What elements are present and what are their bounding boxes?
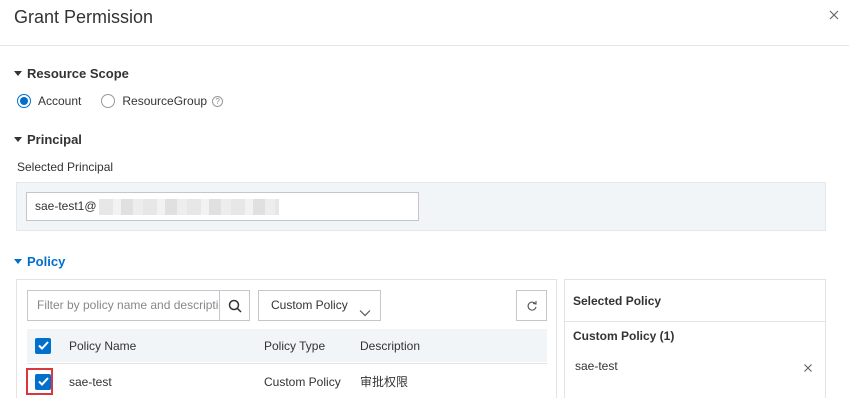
account-radio-label[interactable]: Account: [38, 94, 81, 108]
row-policy-name: sae-test: [69, 374, 112, 389]
principal-input[interactable]: sae-test1@: [26, 192, 419, 221]
selected-policy-group: Custom Policy (1): [573, 329, 675, 343]
col-description[interactable]: Description: [360, 329, 420, 362]
policy-type-value: Custom Policy: [271, 298, 348, 312]
checkmark-icon: [37, 377, 49, 386]
policy-type-select[interactable]: Custom Policy: [258, 290, 381, 321]
selected-policy-panel: Selected Policy Custom Policy (1) sae-te…: [564, 279, 826, 398]
row-description: 审批权限: [360, 375, 409, 389]
table-row[interactable]: sae-test Custom Policy 审批权限: [26, 363, 547, 398]
refresh-icon: [527, 300, 537, 311]
dialog-header: Grant Permission: [0, 0, 849, 46]
policy-filter-input[interactable]: Filter by policy name and description: [27, 290, 220, 321]
resourcegroup-radio[interactable]: [101, 94, 116, 108]
resource-scope-label: Resource Scope: [27, 66, 129, 81]
dialog-title: Grant Permission: [14, 7, 154, 27]
selected-policy-title: Selected Policy: [573, 294, 662, 308]
resource-scope-options: Account ResourceGroup ?: [17, 94, 224, 108]
caret-down-icon: [14, 259, 22, 264]
row-checkbox[interactable]: [35, 373, 51, 390]
row-checkbox-cell: [35, 364, 51, 398]
account-radio[interactable]: [17, 94, 31, 108]
select-all-cell: [35, 329, 51, 362]
divider: [565, 321, 825, 322]
principal-heading[interactable]: Principal: [14, 132, 82, 147]
help-icon[interactable]: ?: [212, 95, 224, 107]
policy-heading[interactable]: Policy: [14, 254, 65, 269]
selected-policy-item: sae-test: [575, 359, 618, 373]
caret-down-icon: [14, 71, 22, 76]
resourcegroup-radio-label[interactable]: ResourceGroup: [122, 94, 207, 108]
row-policy-type: Custom Policy: [264, 374, 341, 389]
refresh-button[interactable]: [516, 290, 547, 321]
table-header: Policy Name Policy Type Description: [27, 329, 547, 362]
checkmark-icon: [37, 341, 49, 350]
close-icon[interactable]: [825, 6, 843, 24]
search-icon: [228, 299, 242, 313]
select-all-checkbox[interactable]: [35, 337, 51, 354]
redacted-email: [98, 198, 279, 215]
resource-scope-heading[interactable]: Resource Scope: [14, 66, 129, 81]
caret-down-icon: [14, 137, 22, 142]
selected-principal-label: Selected Principal: [17, 160, 114, 174]
chevron-down-icon: [359, 300, 371, 329]
col-policy-type[interactable]: Policy Type: [264, 329, 325, 362]
principal-value: sae-test1@: [35, 199, 97, 213]
col-policy-name[interactable]: Policy Name: [69, 329, 136, 362]
principal-box: sae-test1@: [16, 182, 826, 231]
policy-label: Policy: [27, 254, 66, 269]
principal-label: Principal: [27, 132, 82, 147]
remove-icon[interactable]: [803, 360, 813, 378]
policy-list-panel: Filter by policy name and description Cu…: [16, 279, 557, 398]
search-button[interactable]: [219, 290, 250, 321]
